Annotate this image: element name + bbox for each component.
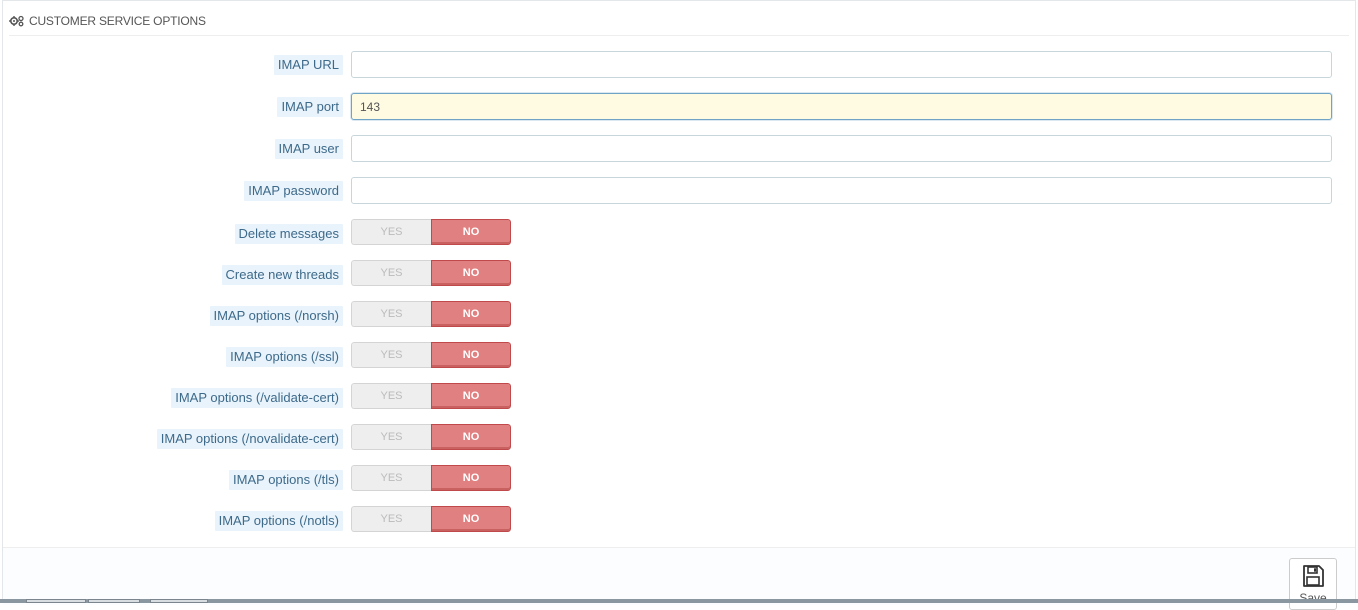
imap-ssl-label: IMAP options (/ssl): [226, 347, 343, 367]
form-row-imap-norsh: IMAP options (/norsh) YES NO: [3, 301, 1357, 330]
imap-port-label: IMAP port: [277, 97, 343, 117]
floppy-disk-icon: [1303, 565, 1324, 587]
bottom-tab[interactable]: [88, 599, 140, 603]
imap-ssl-no-option[interactable]: NO: [431, 342, 511, 368]
imap-user-input[interactable]: [351, 135, 1332, 162]
imap-norsh-yes-option[interactable]: YES: [351, 301, 431, 327]
delete-messages-no-option[interactable]: NO: [431, 219, 511, 245]
form-row-imap-user: IMAP user: [3, 135, 1357, 163]
imap-validate-cert-yes-option[interactable]: YES: [351, 383, 431, 409]
imap-novalidate-cert-no-option[interactable]: NO: [431, 424, 511, 450]
form-row-imap-port: IMAP port: [3, 93, 1357, 121]
form-row-create-new-threads: Create new threads YES NO: [3, 260, 1357, 289]
imap-tls-switch[interactable]: YES NO: [351, 465, 511, 491]
create-new-threads-switch[interactable]: YES NO: [351, 260, 511, 286]
form-row-imap-ssl: IMAP options (/ssl) YES NO: [3, 342, 1357, 371]
form-row-imap-url: IMAP URL: [3, 51, 1357, 79]
imap-user-label: IMAP user: [274, 139, 343, 159]
imap-password-label: IMAP password: [244, 181, 343, 201]
imap-tls-label: IMAP options (/tls): [229, 470, 343, 490]
delete-messages-switch[interactable]: YES NO: [351, 219, 511, 245]
imap-novalidate-cert-label: IMAP options (/novalidate-cert): [156, 429, 343, 449]
imap-validate-cert-label: IMAP options (/validate-cert): [171, 388, 343, 408]
customer-service-options-panel: CUSTOMER SERVICE OPTIONS IMAP URL IMAP p…: [2, 0, 1357, 610]
panel-footer: Save: [3, 547, 1355, 610]
delete-messages-yes-option[interactable]: YES: [351, 219, 431, 245]
imap-ssl-yes-option[interactable]: YES: [351, 342, 431, 368]
bottom-tab[interactable]: [26, 599, 86, 603]
imap-url-input[interactable]: [351, 51, 1332, 78]
create-new-threads-no-option[interactable]: NO: [431, 260, 511, 286]
form-row-imap-password: IMAP password: [3, 177, 1357, 205]
form-row-imap-novalidate-cert: IMAP options (/novalidate-cert) YES NO: [3, 424, 1357, 453]
delete-messages-label: Delete messages: [234, 224, 343, 244]
imap-tls-yes-option[interactable]: YES: [351, 465, 431, 491]
imap-url-label: IMAP URL: [273, 55, 343, 75]
imap-port-input[interactable]: [351, 93, 1332, 120]
imap-notls-no-option[interactable]: NO: [431, 506, 511, 532]
imap-norsh-no-option[interactable]: NO: [431, 301, 511, 327]
cogs-icon: [9, 15, 24, 27]
imap-notls-yes-option[interactable]: YES: [351, 506, 431, 532]
form-row-delete-messages: Delete messages YES NO: [3, 219, 1357, 248]
form-row-imap-notls: IMAP options (/notls) YES NO: [3, 506, 1357, 535]
imap-norsh-label: IMAP options (/norsh): [209, 306, 343, 326]
imap-notls-switch[interactable]: YES NO: [351, 506, 511, 532]
panel-heading: CUSTOMER SERVICE OPTIONS: [9, 7, 1349, 36]
imap-ssl-switch[interactable]: YES NO: [351, 342, 511, 368]
create-new-threads-label: Create new threads: [221, 265, 343, 285]
create-new-threads-yes-option[interactable]: YES: [351, 260, 431, 286]
imap-notls-label: IMAP options (/notls): [214, 511, 343, 531]
panel-title: CUSTOMER SERVICE OPTIONS: [29, 14, 206, 28]
bottom-tab[interactable]: [150, 599, 208, 603]
imap-password-input[interactable]: [351, 177, 1332, 204]
imap-validate-cert-no-option[interactable]: NO: [431, 383, 511, 409]
form-row-imap-validate-cert: IMAP options (/validate-cert) YES NO: [3, 383, 1357, 412]
imap-novalidate-cert-switch[interactable]: YES NO: [351, 424, 511, 450]
imap-novalidate-cert-yes-option[interactable]: YES: [351, 424, 431, 450]
form-row-imap-tls: IMAP options (/tls) YES NO: [3, 465, 1357, 494]
imap-tls-no-option[interactable]: NO: [431, 465, 511, 491]
imap-norsh-switch[interactable]: YES NO: [351, 301, 511, 327]
imap-validate-cert-switch[interactable]: YES NO: [351, 383, 511, 409]
